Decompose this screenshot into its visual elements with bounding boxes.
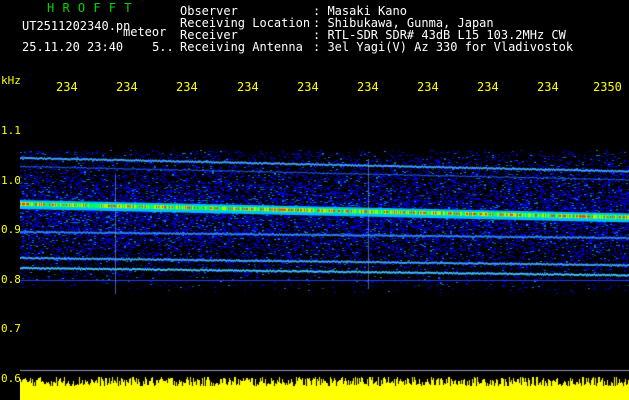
x-tick-label: 234 bbox=[477, 80, 499, 94]
info-row-antenna: Receiving Antenna bbox=[180, 41, 303, 53]
spectrogram-waterfall bbox=[20, 104, 629, 400]
meteor-label: meteor bbox=[123, 25, 167, 39]
x-tick-label: 234 bbox=[176, 80, 198, 94]
y-tick-label: 1.0 bbox=[1, 174, 21, 187]
x-tick-label: 234 bbox=[297, 80, 319, 94]
x-tick-label: 234 bbox=[357, 80, 379, 94]
y-tick-label: 1.1 bbox=[1, 124, 21, 137]
y-tick-label: 0.6 bbox=[1, 372, 21, 385]
x-tick-label: 234 bbox=[237, 80, 259, 94]
y-tick-label: 0.8 bbox=[1, 273, 21, 286]
file-name: UT2511202340.pn bbox=[22, 19, 131, 33]
app-brand: H R O F F T bbox=[47, 1, 132, 15]
x-tick-label: 234 bbox=[116, 80, 138, 94]
x-tick-label: 234 bbox=[417, 80, 439, 94]
x-tick-label: 234 bbox=[56, 80, 78, 94]
x-tick-label: 234 bbox=[537, 80, 559, 94]
date-time-value: 25.11.20 23:40 bbox=[22, 40, 124, 54]
info-label: Receiving Antenna bbox=[180, 40, 303, 54]
y-tick-label: 0.7 bbox=[1, 322, 21, 335]
y-axis-unit: kHz bbox=[1, 74, 21, 87]
info-value-antenna: : 3el Yagi(V) Az 330 for Vladivostok bbox=[313, 40, 574, 54]
x-tick-label: 2350 bbox=[593, 80, 622, 94]
y-tick-label: 0.9 bbox=[1, 223, 21, 236]
date-time-extra: 5.. bbox=[152, 40, 174, 54]
date-time: 25.11.20 23:40 5.. bbox=[22, 41, 174, 53]
